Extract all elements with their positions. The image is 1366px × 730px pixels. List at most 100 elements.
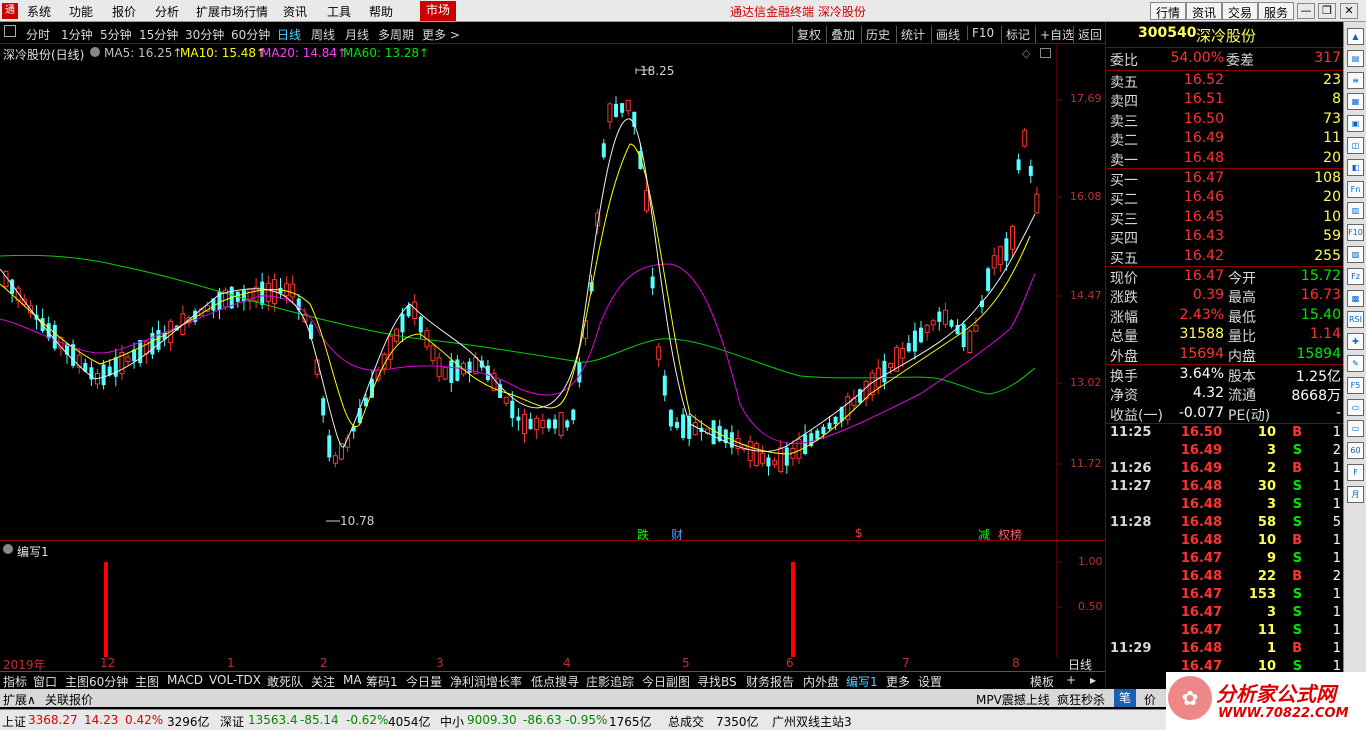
menu-tools[interactable]: 工具 [327, 3, 351, 20]
tab-profit-growth[interactable]: 净利润增长率 [450, 673, 522, 690]
overlay-button[interactable]: 叠加 [826, 26, 855, 43]
tab-finance-report[interactable]: 财务报告 [746, 673, 794, 690]
menu-help[interactable]: 帮助 [369, 3, 393, 20]
period-multi[interactable]: 多周期 [378, 26, 414, 43]
sidebar-tool-icon[interactable]: ≡ [1347, 71, 1364, 89]
sidebar-tool-icon[interactable]: F [1347, 464, 1364, 481]
related-quote-button[interactable]: 关联报价 [45, 691, 93, 708]
close-icon[interactable]: ✕ [1340, 3, 1358, 19]
period-1min[interactable]: 1分钟 [61, 26, 93, 43]
ticker-item[interactable]: 上证 [2, 713, 26, 730]
sidebar-tool-icon[interactable]: RSI [1347, 311, 1364, 329]
top-button-trade[interactable]: 交易 [1222, 2, 1259, 20]
minimize-icon[interactable]: — [1297, 3, 1315, 19]
period-daily[interactable]: 日线 [277, 26, 301, 43]
period-more[interactable]: 更多 > [422, 26, 460, 43]
expand-button[interactable]: 扩展∧ [3, 691, 36, 708]
period-5min[interactable]: 5分钟 [100, 26, 132, 43]
flash-sale-link[interactable]: 疯狂秒杀 [1057, 691, 1105, 708]
sidebar-tool-icon[interactable]: F10 [1347, 224, 1364, 242]
sidebar-tool-icon[interactable]: 60 [1347, 442, 1364, 460]
sidebar-tool-icon[interactable]: ◧ [1347, 158, 1364, 176]
tab-main[interactable]: 主图 [135, 673, 159, 690]
sidebar-tool-icon[interactable]: Fn [1347, 180, 1364, 198]
sidebar-tool-icon[interactable]: ▭ [1347, 398, 1364, 416]
event-marker[interactable]: $ [855, 526, 863, 540]
tab-watch[interactable]: 关注 [311, 673, 335, 690]
back-button[interactable]: 返回 [1073, 26, 1102, 43]
kline-chart[interactable]: 18.25 10.78 深冷股份(日线) MA5: 16.25↑ MA10: 1… [0, 44, 1105, 542]
tab-main-60min[interactable]: 主图60分钟 [65, 673, 128, 690]
draw-button[interactable]: 画线 [931, 26, 960, 43]
panel-toggle-icon[interactable] [4, 25, 16, 37]
sidebar-tool-icon[interactable]: 月 [1347, 485, 1364, 503]
tab-scroll[interactable]: ▸ [1090, 673, 1096, 687]
tab-trades[interactable]: 笔 [1114, 689, 1136, 707]
tab-indicator[interactable]: 指标 [3, 673, 27, 690]
period-weekly[interactable]: 周线 [311, 26, 335, 43]
tab-find-bs[interactable]: 寻找BS [697, 673, 737, 690]
tab-low-search[interactable]: 低点搜寻 [531, 673, 579, 690]
tick-count: 2 [1332, 443, 1341, 458]
ticker-item[interactable]: 中小 [440, 713, 464, 730]
sidebar-tool-icon[interactable]: ▣ [1347, 115, 1364, 133]
add-watchlist-button[interactable]: +自选 [1035, 26, 1074, 43]
ticker-item[interactable]: 深证 [220, 713, 244, 730]
menu-analysis[interactable]: 分析 [155, 3, 179, 20]
settings-dot-icon[interactable] [90, 47, 100, 57]
diamond-icon[interactable]: ◇ [1022, 47, 1030, 60]
top-button-info[interactable]: 资讯 [1186, 2, 1223, 20]
top-button-quote[interactable]: 行情 [1150, 2, 1187, 20]
menu-system[interactable]: 系统 [27, 3, 51, 20]
tab-vol-tdx[interactable]: VOL-TDX [209, 673, 261, 687]
mpv-link[interactable]: MPV震撼上线 [976, 691, 1050, 708]
period-15min[interactable]: 15分钟 [139, 26, 178, 43]
sidebar-tool-icon[interactable]: ▭ [1347, 420, 1364, 438]
tab-today-subchart[interactable]: 今日副图 [642, 673, 690, 690]
period-30min[interactable]: 30分钟 [185, 26, 224, 43]
sidebar-tool-icon[interactable]: ▨ [1347, 246, 1364, 263]
tab-settings[interactable]: 设置 [918, 673, 942, 690]
menu-info[interactable]: 资讯 [283, 3, 307, 20]
tab-window[interactable]: 窗口 [33, 673, 57, 690]
adjust-button[interactable]: 复权 [792, 26, 821, 43]
period-60min[interactable]: 60分钟 [231, 26, 270, 43]
tab-more[interactable]: 更多 [886, 673, 910, 690]
sidebar-tool-icon[interactable]: ▲ [1347, 28, 1364, 45]
tab-today-volume[interactable]: 今日量 [406, 673, 442, 690]
tab-dealer-trace[interactable]: 庄影追踪 [586, 673, 634, 690]
restore-icon[interactable]: ❐ [1318, 3, 1336, 19]
indicator-panel[interactable]: 编写1 1.00 0.50 [0, 540, 1105, 657]
tab-template[interactable]: 模板 [1030, 673, 1054, 690]
sidebar-tool-icon[interactable]: ✎ [1347, 355, 1364, 372]
tab-dare-to-die[interactable]: 敢死队 [267, 673, 303, 690]
sidebar-tool-icon[interactable]: ◫ [1347, 137, 1364, 154]
market-button[interactable]: 市场 [420, 1, 456, 21]
sidebar-tool-icon[interactable]: ✚ [1347, 333, 1364, 351]
sidebar-tool-icon[interactable]: ▦ [1347, 93, 1364, 111]
sidebar-tool-icon[interactable]: F5 [1347, 376, 1364, 394]
sidebar-tool-icon[interactable]: Fz [1347, 267, 1364, 285]
sidebar-tool-icon[interactable]: ▤ [1347, 49, 1364, 67]
candle-body [571, 409, 576, 421]
f10-button[interactable]: F10 [967, 26, 994, 40]
mark-button[interactable]: 标记 [1001, 26, 1030, 43]
period-tick[interactable]: 分时 [26, 26, 50, 43]
menu-function[interactable]: 功能 [69, 3, 93, 20]
top-button-service[interactable]: 服务 [1258, 2, 1295, 20]
sidebar-tool-icon[interactable]: ▩ [1347, 289, 1364, 307]
period-monthly[interactable]: 月线 [345, 26, 369, 43]
tab-macd[interactable]: MACD [167, 673, 203, 687]
tab-ma[interactable]: MA [343, 673, 362, 687]
maximize-panel-icon[interactable] [1040, 48, 1051, 58]
menu-quote[interactable]: 报价 [112, 3, 136, 20]
tab-add[interactable]: + [1066, 673, 1076, 687]
stats-button[interactable]: 统计 [896, 26, 925, 43]
sidebar-tool-icon[interactable]: ▥ [1347, 202, 1364, 220]
tab-custom1[interactable]: 编写1 [846, 673, 878, 690]
tab-in-out[interactable]: 内外盘 [803, 673, 839, 690]
tab-chips[interactable]: 筹码1 [366, 673, 398, 690]
history-button[interactable]: 历史 [861, 26, 890, 43]
tab-price[interactable]: 价 [1144, 691, 1156, 708]
menu-ext-market[interactable]: 扩展市场行情 [196, 3, 268, 20]
